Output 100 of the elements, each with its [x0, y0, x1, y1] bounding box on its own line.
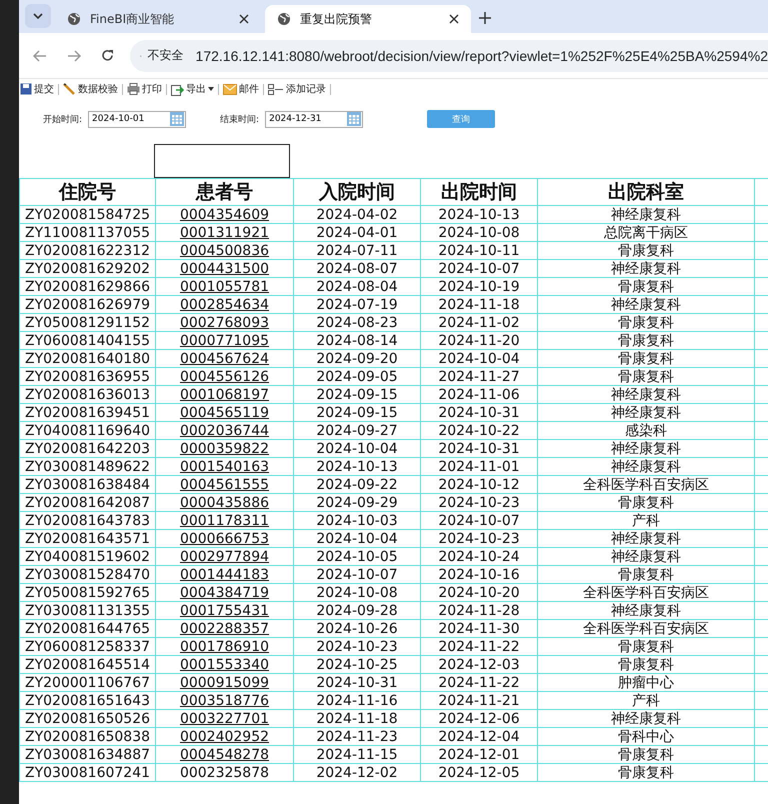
table-cell: 2024-10-03 — [316, 512, 398, 528]
table-cell: 产科 — [632, 512, 660, 528]
table-cell: 2024-07-19 — [316, 296, 398, 312]
table-cell: 2024-10-07 — [438, 512, 520, 528]
table-cell: 2024-11-28 — [438, 602, 520, 618]
table-cell: ZY050081592765 — [24, 584, 150, 600]
table-cell: 2024-10-16 — [438, 566, 520, 582]
table-cell: ZY020081642087 — [24, 494, 150, 510]
table-cell: 2024-12-01 — [438, 746, 520, 762]
table-cell: 2024-10-24 — [438, 548, 520, 564]
table-cell: 2024-04-01 — [316, 224, 398, 240]
table-cell: 2024-11-06 — [438, 386, 520, 402]
close-icon[interactable] — [449, 14, 459, 24]
table-cell: 神经康复科 — [611, 602, 681, 618]
back-icon[interactable] — [33, 50, 47, 62]
export-icon — [171, 82, 184, 96]
table-cell: 2024-10-08 — [316, 584, 398, 600]
chevron-down-icon — [33, 13, 43, 19]
table-cell: 2024-10-23 — [316, 638, 398, 654]
table-cell: ZY020081626979 — [24, 296, 150, 312]
address-bar[interactable]: 不安全 172.16.12.141:8080/webroot/decision/view/report?viewlet=1%252F%25E4%25BA%2594%2 — [130, 40, 768, 72]
table-cell: ZY020081640180 — [24, 350, 150, 366]
security-label: 不安全 — [148, 47, 184, 64]
table-cell: 2024-11-22 — [438, 674, 520, 690]
table-cell: 2024-10-23 — [438, 494, 520, 510]
table-cell: 2024-07-11 — [316, 242, 398, 258]
table-cell: ZY020081636013 — [24, 386, 150, 402]
table-cell: ZY020081636955 — [24, 368, 150, 384]
table-cell: ZY030081131355 — [24, 602, 150, 618]
column-header: 患者号 — [156, 178, 294, 206]
table-cell: ZY020081584725 — [24, 206, 150, 222]
globe-icon — [277, 12, 291, 26]
table-cell: 2024-11-23 — [316, 728, 398, 744]
column-header: 入院时间 — [294, 178, 420, 206]
toolbar-button[interactable]: 导出 — [170, 82, 215, 96]
table-cell: 神经康复科 — [611, 710, 681, 726]
table-cell: 2024-11-18 — [316, 710, 398, 726]
table-cell: 神经康复科 — [611, 548, 681, 564]
close-icon[interactable] — [239, 14, 249, 24]
table-cell: ZY040081519602 — [24, 548, 150, 564]
table-cell: 2024-10-12 — [438, 476, 520, 492]
table-cell: ZY020081642203 — [24, 440, 150, 456]
table-cell: 骨康复科 — [618, 278, 674, 294]
table-cell: 总院离干病区 — [604, 224, 688, 240]
table-cell: 神经康复科 — [611, 404, 681, 420]
table-cell: 2024-12-06 — [438, 710, 520, 726]
table-cell: 2024-09-15 — [316, 386, 398, 402]
tab-title: 重复出院预警 — [300, 10, 373, 28]
table-cell: 骨康复科 — [618, 332, 674, 348]
table-cell: ZY020081644765 — [24, 620, 150, 636]
table-cell: 2024-09-05 — [316, 368, 398, 384]
browser-tab[interactable]: 重复出院预警 — [265, 5, 471, 33]
table-cell: 2024-10-13 — [438, 206, 520, 222]
table-cell: 骨科中心 — [618, 728, 674, 744]
table-cell: 2024-11-15 — [316, 746, 398, 762]
toolbar-button[interactable]: 添加记录 — [267, 82, 327, 96]
globe-icon — [67, 12, 81, 26]
table-cell: ZY020081622312 — [24, 242, 150, 258]
toolbar-button[interactable]: 打印 — [126, 82, 163, 96]
table-cell: 2024-12-02 — [316, 764, 398, 780]
toolbar-button[interactable]: 邮件 — [222, 82, 260, 96]
filter-label: 结束时间: — [220, 114, 260, 126]
table-cell: 神经康复科 — [611, 530, 681, 546]
table-cell: 2024-10-19 — [438, 278, 520, 294]
tab-title: FineBI商业智能 — [90, 10, 176, 28]
new-tab-icon[interactable] — [479, 12, 491, 24]
table-cell: 2024-09-20 — [316, 350, 398, 366]
filter-label: 开始时间: — [43, 114, 82, 126]
reload-icon[interactable] — [101, 49, 114, 62]
browser-tab[interactable]: FineBI商业智能 — [55, 5, 261, 33]
table-cell: 2024-09-15 — [316, 404, 398, 420]
table-cell: 2024-08-04 — [316, 278, 398, 294]
forward-icon[interactable] — [67, 50, 81, 62]
table-cell: 2024-10-25 — [316, 656, 398, 672]
table-cell: ZY020081643571 — [24, 530, 150, 546]
printer-icon — [127, 83, 140, 95]
table-cell: ZY020081650838 — [24, 728, 150, 744]
table-cell: 2024-10-07 — [438, 260, 520, 276]
table-cell: ZY200001106767 — [24, 674, 150, 690]
table-cell: 0002325878 — [180, 764, 270, 780]
table-cell: 2024-09-29 — [316, 494, 398, 510]
table-cell: 感染科 — [625, 422, 667, 438]
date-field[interactable]: 2024-10-01 — [88, 110, 186, 128]
table-cell: ZY040081169640 — [24, 422, 150, 438]
table-cell: 骨康复科 — [618, 566, 674, 582]
date-field[interactable]: 2024-12-31 — [265, 110, 364, 128]
table-cell: 神经康复科 — [611, 206, 681, 222]
table-cell: 2024-10-08 — [438, 224, 520, 240]
empty-cell[interactable] — [154, 144, 290, 178]
table-cell: 2024-11-21 — [438, 692, 520, 708]
table-cell: 神经康复科 — [611, 260, 681, 276]
column-header: 出院时间 — [420, 178, 538, 206]
table-cell: 2024-09-22 — [316, 476, 398, 492]
toolbar-button[interactable]: 提交 — [19, 82, 55, 96]
table-cell: 骨康复科 — [618, 638, 674, 654]
toolbar-button[interactable]: 数据校验 — [62, 82, 119, 96]
table-cell: ZY050081291152 — [24, 314, 150, 330]
table-cell: 骨康复科 — [618, 350, 674, 366]
table-cell: 骨康复科 — [618, 368, 674, 384]
tab-list-button[interactable] — [25, 4, 51, 28]
